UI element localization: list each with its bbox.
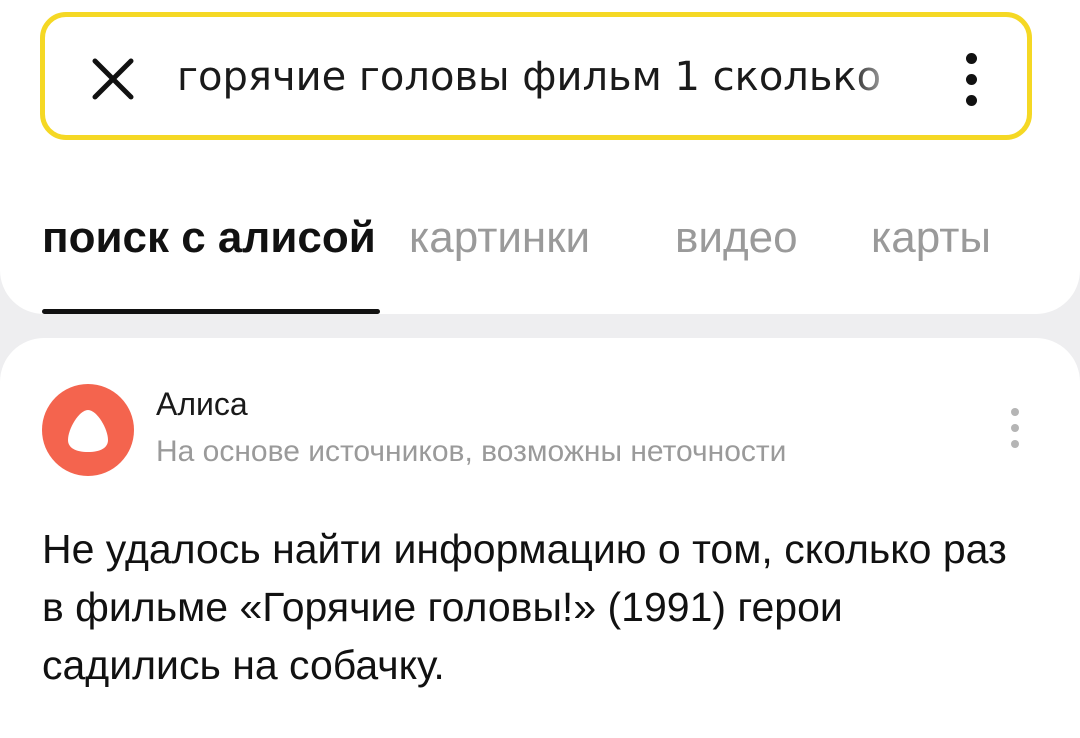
alice-logo-icon bbox=[42, 384, 134, 476]
more-vertical-icon[interactable] bbox=[998, 404, 1032, 452]
search-input[interactable] bbox=[177, 47, 907, 107]
close-icon[interactable] bbox=[89, 55, 137, 103]
answer-text: Не удалось найти информацию о том, сколь… bbox=[42, 526, 1007, 688]
active-tab-indicator bbox=[42, 309, 380, 314]
tab-search-with-alice[interactable]: поиск с алисой bbox=[42, 212, 376, 264]
search-tabs: поиск с алисой картинки видео карты bbox=[0, 168, 1080, 314]
answer-card: Алиса На основе источников, возможны нет… bbox=[0, 338, 1080, 738]
search-box[interactable] bbox=[40, 12, 1032, 140]
kebab-menu-icon[interactable] bbox=[951, 47, 991, 111]
source-name: Алиса bbox=[156, 386, 248, 422]
tab-maps[interactable]: карты bbox=[871, 212, 991, 264]
source-disclaimer: На основе источников, возможны неточност… bbox=[156, 435, 787, 468]
search-header bbox=[0, 0, 1080, 168]
tab-images[interactable]: картинки bbox=[409, 212, 590, 264]
tab-video[interactable]: видео bbox=[675, 212, 798, 264]
